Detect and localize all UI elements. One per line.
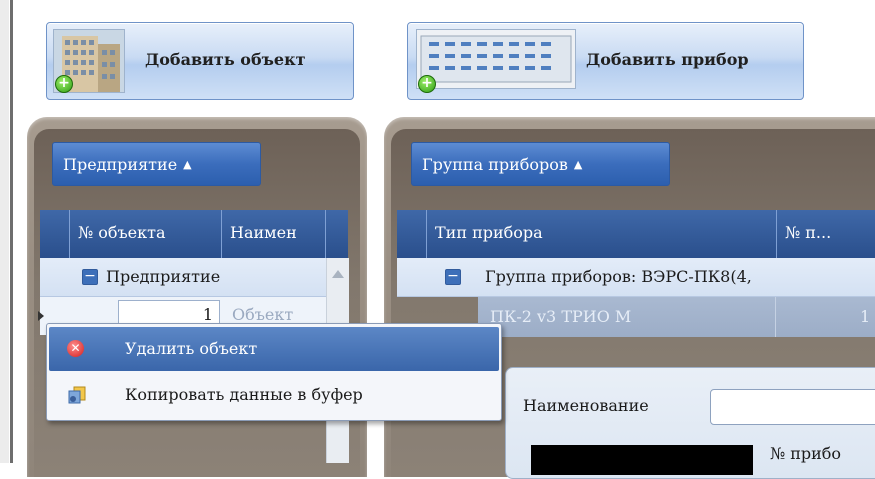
left-edge-strip: [0, 0, 9, 463]
device-number-cell: 1: [860, 307, 871, 326]
cell-divider: [775, 297, 776, 337]
current-row-indicator-icon: [38, 311, 44, 321]
device-type-cell: ПК-2 v3 ТРИО М: [490, 307, 632, 326]
row-selector-header: [397, 210, 427, 258]
device-image-area: [531, 445, 753, 475]
device-group-label: Группа приборов: ВЭРС-ПК8(4,: [485, 267, 752, 286]
menu-item-copy-to-clipboard[interactable]: Копировать данные в буфер: [49, 373, 499, 417]
device-number-field-label: № прибо: [770, 444, 842, 463]
group-by-enterprise-button[interactable]: Предприятие ▲: [52, 142, 261, 186]
device-group-row[interactable]: − Группа приборов: ВЭРС-ПК8(4,: [397, 258, 875, 297]
devices-grid-header: Тип прибора № п...: [397, 210, 875, 259]
add-object-label: Добавить объект: [145, 50, 306, 69]
menu-item-label: Удалить объект: [125, 339, 258, 358]
add-device-label: Добавить прибор: [586, 50, 749, 69]
add-plus-icon: +: [418, 75, 436, 93]
add-object-button[interactable]: + Добавить объект: [46, 22, 354, 100]
collapse-icon[interactable]: −: [445, 269, 461, 285]
add-plus-icon: +: [55, 75, 73, 93]
add-device-button[interactable]: + Добавить прибор: [407, 22, 804, 100]
sort-up-icon: ▲: [183, 158, 192, 171]
left-edge-divider: [10, 0, 13, 463]
enterprise-group-row[interactable]: − Предприятие: [40, 258, 326, 297]
context-menu: ✕ Удалить объект Копировать данные в буф…: [46, 323, 502, 421]
name-field-label: Наименование: [523, 396, 649, 415]
sort-up-icon: ▲: [573, 158, 583, 171]
device-panel-icon: [416, 29, 576, 89]
collapse-icon[interactable]: −: [82, 269, 98, 285]
delete-icon: ✕: [67, 340, 84, 357]
group-by-device-group-label: Группа приборов: [422, 155, 568, 174]
column-object-name[interactable]: Наимен: [222, 210, 326, 258]
menu-item-delete-object[interactable]: ✕ Удалить объект: [49, 327, 499, 371]
objects-grid-header: № объекта Наимен: [40, 210, 348, 259]
row-selector-header: [40, 210, 70, 258]
device-row[interactable]: ПК-2 v3 ТРИО М 1: [478, 297, 875, 337]
group-by-device-group-button[interactable]: Группа приборов ▲: [411, 142, 670, 186]
column-device-type[interactable]: Тип прибора: [427, 210, 777, 258]
group-by-enterprise-label: Предприятие: [63, 155, 178, 174]
column-object-number[interactable]: № объекта: [70, 210, 222, 258]
object-name-cell[interactable]: Объект: [232, 305, 293, 324]
scroll-up-icon[interactable]: [332, 270, 344, 278]
enterprise-group-label: Предприятие: [106, 267, 221, 286]
copy-icon: [68, 386, 86, 404]
name-field[interactable]: [710, 389, 875, 425]
column-device-number[interactable]: № п...: [777, 210, 875, 258]
menu-item-label: Копировать данные в буфер: [125, 385, 363, 404]
